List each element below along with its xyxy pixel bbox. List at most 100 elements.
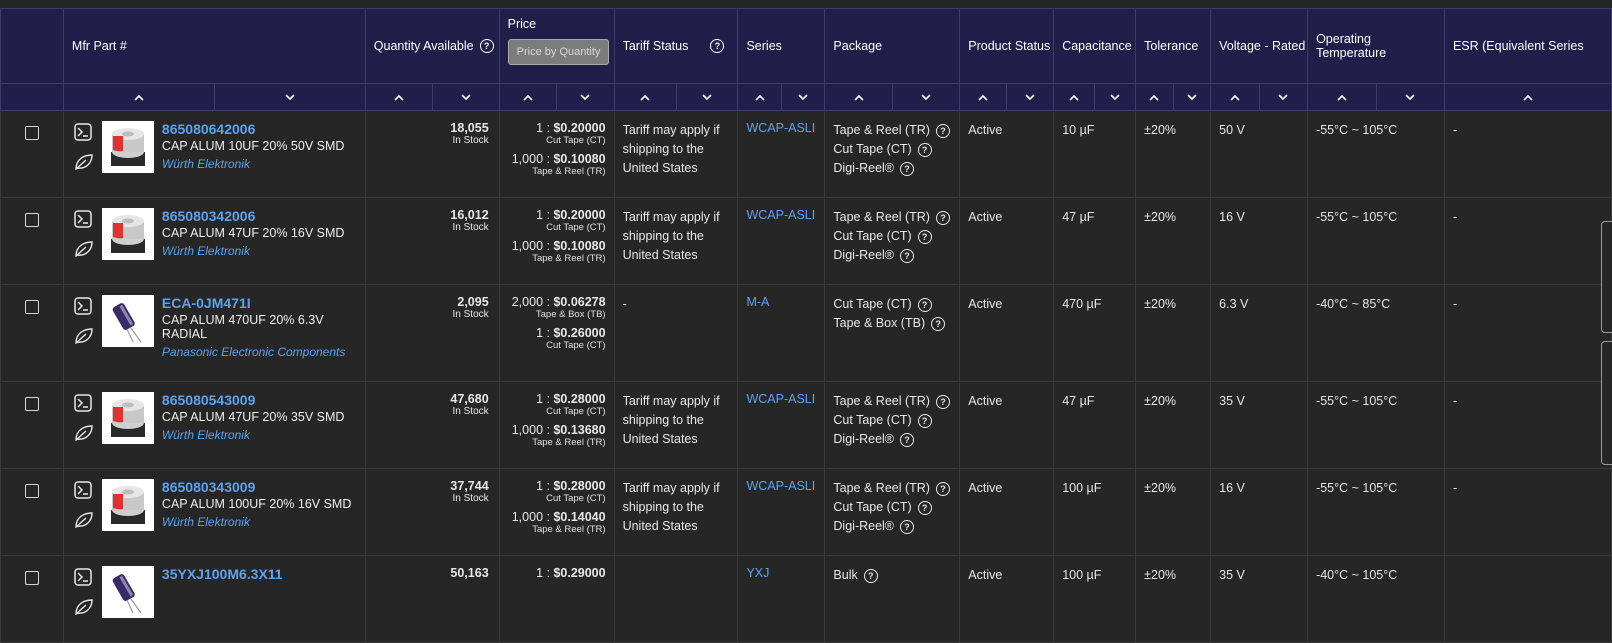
- sort-descending-icon[interactable]: [1258, 84, 1307, 110]
- manufacturer-link[interactable]: Würth Elektronik: [162, 428, 364, 442]
- header-operating-temperature[interactable]: Operating Temperature: [1307, 8, 1445, 84]
- header-capacitance[interactable]: Capacitance: [1053, 8, 1137, 84]
- sort-ascending-icon[interactable]: [366, 85, 431, 110]
- sort-descending-icon[interactable]: [431, 84, 498, 110]
- leaf-icon[interactable]: [74, 424, 94, 442]
- sort-descending-icon[interactable]: [1006, 84, 1052, 110]
- header-tariff[interactable]: Tariff Status?: [613, 8, 739, 84]
- sort-descending-icon[interactable]: [780, 84, 824, 110]
- help-circle-icon[interactable]: ?: [935, 394, 950, 409]
- sort-descending-icon[interactable]: [675, 84, 737, 110]
- table-row[interactable]: 865080642006 CAP ALUM 10UF 20% 50V SMD Wür…: [0, 110, 1612, 198]
- help-circle-icon[interactable]: ?: [935, 123, 950, 138]
- header-voltage[interactable]: Voltage - Rated: [1210, 8, 1309, 84]
- manufacturer-link[interactable]: Würth Elektronik: [162, 515, 364, 529]
- help-circle-icon[interactable]: ?: [935, 481, 950, 496]
- manufacturer-link[interactable]: Panasonic Electronic Components: [162, 345, 364, 359]
- sort-ascending-icon[interactable]: [1309, 85, 1376, 110]
- sort-ascending-icon[interactable]: [1055, 85, 1095, 110]
- series-link[interactable]: WCAP-ASLI: [737, 110, 826, 198]
- sort-descending-icon[interactable]: [1094, 84, 1134, 110]
- leaf-icon[interactable]: [74, 598, 94, 616]
- header-tolerance[interactable]: Tolerance: [1135, 8, 1212, 84]
- product-image[interactable]: [101, 566, 154, 618]
- manufacturer-link[interactable]: Würth Elektronik: [162, 244, 364, 258]
- sort-descending-icon[interactable]: [213, 84, 364, 110]
- row-checkbox[interactable]: [24, 126, 39, 140]
- series-link[interactable]: M-A: [737, 284, 826, 382]
- sort-ascending-icon[interactable]: [739, 85, 781, 110]
- table-row[interactable]: 865080543009 CAP ALUM 47UF 20% 35V SMD Wür…: [0, 381, 1612, 469]
- sort-ascending-icon[interactable]: [1445, 85, 1610, 110]
- help-circle-icon[interactable]: ?: [917, 500, 932, 515]
- part-number-link[interactable]: 865080642006: [162, 121, 364, 137]
- help-circle-icon[interactable]: ?: [900, 161, 915, 176]
- side-panel-tab[interactable]: [1601, 341, 1612, 465]
- part-number-link[interactable]: ECA-0JM471I: [162, 295, 364, 311]
- series-link[interactable]: YXJ: [737, 555, 826, 643]
- product-image[interactable]: [101, 392, 154, 444]
- series-link[interactable]: WCAP-ASLI: [737, 468, 826, 556]
- sort-descending-icon[interactable]: [891, 84, 959, 110]
- datasheet-icon[interactable]: [74, 481, 94, 499]
- datasheet-icon[interactable]: [74, 123, 94, 141]
- help-circle-icon[interactable]: ?: [917, 413, 932, 428]
- table-row[interactable]: 35YXJ100M6.3X11 50,163 1 : $0.29000 YXJ Bulk…: [0, 555, 1612, 643]
- row-checkbox[interactable]: [24, 571, 39, 585]
- sort-descending-icon[interactable]: [556, 84, 613, 110]
- part-number-link[interactable]: 865080342006: [162, 208, 364, 224]
- datasheet-icon[interactable]: [74, 297, 94, 315]
- help-circle-icon[interactable]: ?: [917, 229, 932, 244]
- datasheet-icon[interactable]: [74, 568, 94, 586]
- series-link[interactable]: WCAP-ASLI: [737, 381, 826, 469]
- sort-descending-icon[interactable]: [1375, 84, 1444, 110]
- sort-ascending-icon[interactable]: [615, 85, 675, 110]
- help-circle-icon[interactable]: ?: [931, 316, 946, 331]
- leaf-icon[interactable]: [74, 511, 94, 529]
- leaf-icon[interactable]: [74, 240, 94, 258]
- product-image[interactable]: [101, 479, 154, 531]
- row-checkbox[interactable]: [24, 397, 39, 411]
- part-number-link[interactable]: 865080343009: [162, 479, 364, 495]
- manufacturer-link[interactable]: Würth Elektronik: [162, 157, 364, 171]
- help-circle-icon[interactable]: ?: [900, 432, 915, 447]
- leaf-icon[interactable]: [74, 153, 94, 171]
- header-esr[interactable]: ESR (Equivalent Series: [1443, 8, 1612, 84]
- datasheet-icon[interactable]: [74, 394, 94, 412]
- table-row[interactable]: 865080343009 CAP ALUM 100UF 20% 16V SMD Wü…: [0, 468, 1612, 556]
- table-row[interactable]: 865080342006 CAP ALUM 47UF 20% 16V SMD Wür…: [0, 197, 1612, 285]
- datasheet-icon[interactable]: [74, 210, 94, 228]
- help-circle-icon[interactable]: ?: [900, 519, 915, 534]
- help-circle-icon[interactable]: ?: [479, 39, 494, 54]
- row-checkbox[interactable]: [24, 484, 39, 498]
- help-circle-icon[interactable]: ?: [935, 210, 950, 225]
- help-circle-icon[interactable]: ?: [900, 248, 915, 263]
- product-image[interactable]: [101, 295, 154, 347]
- sort-ascending-icon[interactable]: [1137, 85, 1173, 110]
- series-link[interactable]: WCAP-ASLI: [737, 197, 826, 285]
- row-checkbox[interactable]: [24, 213, 39, 227]
- sort-ascending-icon[interactable]: [826, 85, 892, 110]
- side-panel-tab[interactable]: [1601, 221, 1612, 333]
- sort-ascending-icon[interactable]: [64, 85, 213, 110]
- part-number-link[interactable]: 35YXJ100M6.3X11: [162, 566, 364, 582]
- header-series[interactable]: Series: [737, 8, 826, 84]
- sort-ascending-icon[interactable]: [1212, 85, 1259, 110]
- product-image[interactable]: [101, 121, 154, 173]
- sort-descending-icon[interactable]: [1172, 84, 1210, 110]
- leaf-icon[interactable]: [74, 327, 94, 345]
- row-checkbox[interactable]: [24, 300, 39, 314]
- help-circle-icon[interactable]: ?: [917, 297, 932, 312]
- product-image[interactable]: [101, 208, 154, 260]
- header-mfr-part[interactable]: Mfr Part #: [62, 8, 366, 84]
- help-circle-icon[interactable]: ?: [863, 568, 878, 583]
- price-by-quantity-button[interactable]: Price by Quantity: [507, 39, 610, 65]
- header-product-status[interactable]: Product Status: [959, 8, 1055, 84]
- table-row[interactable]: ECA-0JM471I CAP ALUM 470UF 20% 6.3V RADIA…: [0, 284, 1612, 382]
- sort-ascending-icon[interactable]: [500, 85, 556, 110]
- sort-ascending-icon[interactable]: [961, 85, 1006, 110]
- help-circle-icon[interactable]: ?: [710, 39, 725, 54]
- header-package[interactable]: Package: [824, 8, 961, 84]
- part-number-link[interactable]: 865080543009: [162, 392, 364, 408]
- header-quantity[interactable]: Quantity Available?: [364, 8, 500, 84]
